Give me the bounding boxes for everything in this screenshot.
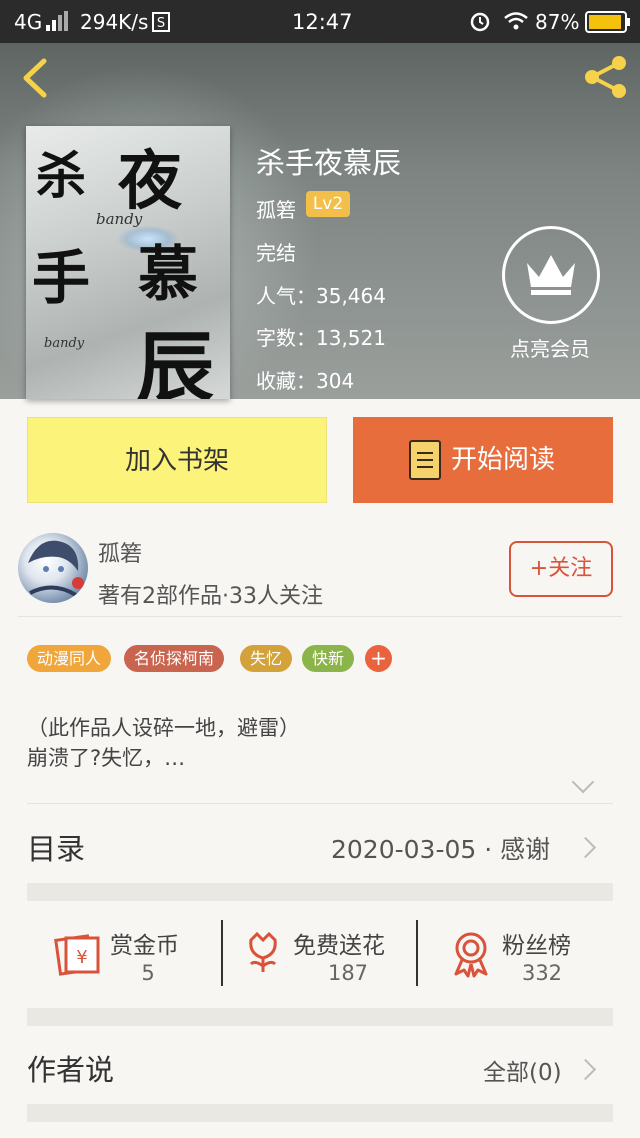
network-type: 4G: [14, 10, 43, 34]
favorites-value: 304: [316, 369, 355, 393]
avatar-illustration: [28, 540, 84, 597]
catalog-title[interactable]: 目录: [27, 826, 85, 868]
stat-free-flowers[interactable]: 免费送花 187: [243, 920, 413, 986]
crown-icon: [527, 255, 575, 295]
stat-value-flowers: 187: [327, 961, 369, 985]
cover-char-2: 夜: [118, 144, 182, 219]
section-separator: [27, 883, 613, 901]
word-count: 字数：13,521: [256, 322, 386, 351]
vip-label[interactable]: 点亮会员: [500, 333, 600, 362]
alarm-icon: [470, 12, 490, 32]
battery-percent: 87%: [535, 10, 580, 34]
vip-button[interactable]: [502, 226, 600, 324]
word-count-value: 13,521: [316, 326, 386, 350]
add-to-shelf-button[interactable]: 加入书架: [27, 417, 327, 503]
avatar[interactable]: [18, 533, 88, 603]
expand-description-icon[interactable]: [571, 770, 595, 794]
author-says-chevron-icon[interactable]: [574, 1058, 597, 1081]
cover-signature-2: bandy: [44, 336, 85, 351]
author-name-hero[interactable]: 孤箬: [256, 194, 296, 223]
stat-label-coins: 赏金币: [110, 933, 179, 959]
author-says-title[interactable]: 作者说: [27, 1047, 114, 1089]
cover-char-3: 手: [32, 244, 91, 312]
level-badge: Lv2: [306, 191, 350, 217]
stat-label-fans: 粉丝榜: [502, 933, 571, 959]
tag-amnesia[interactable]: 失忆: [240, 645, 293, 672]
description-line-1: （此作品人设碎一地，避雷）: [27, 716, 300, 740]
start-reading-button[interactable]: 开始阅读: [353, 417, 613, 503]
book-cover[interactable]: 杀 夜 手 慕 辰 bandy bandy: [26, 126, 230, 399]
popularity-value: 35,464: [316, 284, 386, 308]
divider: [18, 616, 622, 617]
tag-anime-fanfic[interactable]: 动漫同人: [27, 645, 112, 672]
book-icon: [409, 440, 441, 480]
stat-label-flowers: 免费送花: [293, 933, 385, 959]
catalog-chevron-icon[interactable]: [574, 836, 597, 859]
stat-divider: [416, 920, 418, 986]
share-icon[interactable]: [583, 54, 629, 100]
popularity-label: 人气：: [256, 284, 316, 308]
author-name[interactable]: 孤箬: [98, 536, 142, 568]
catalog-latest-date[interactable]: 2020-03-05 · 感谢: [331, 830, 550, 866]
medal-icon: [454, 932, 488, 978]
stat-fan-ranking[interactable]: 粉丝榜 332: [450, 920, 610, 986]
stat-value-fans: 332: [521, 961, 563, 985]
svg-text:¥: ¥: [76, 947, 87, 968]
stat-value-coins: 5: [141, 961, 155, 985]
section-separator: [27, 1104, 613, 1122]
author-says-all[interactable]: 全部(0): [483, 1053, 562, 1087]
wifi-icon: [504, 12, 528, 30]
cover-char-1: 杀: [36, 146, 86, 205]
status-bar: 4G 294K/s S 12:47 87%: [0, 0, 640, 43]
start-reading-label: 开始阅读: [451, 445, 556, 475]
more-tags-button[interactable]: +: [365, 645, 392, 672]
favorites: 收藏：304: [256, 365, 354, 394]
svg-text:S: S: [157, 16, 165, 31]
back-icon[interactable]: [20, 57, 50, 99]
cover-char-4: 慕: [138, 240, 198, 310]
flower-icon: [249, 931, 277, 972]
tag-detective-conan[interactable]: 名侦探柯南: [124, 645, 225, 672]
network-speed: 294K/s: [80, 10, 149, 34]
divider: [27, 803, 613, 804]
cover-signature: bandy: [96, 210, 143, 228]
description-line-2: 崩溃了?失忆，…: [27, 746, 186, 770]
signal-icon: [46, 11, 68, 31]
clock: 12:47: [292, 10, 353, 34]
follow-button[interactable]: +关注: [509, 541, 613, 597]
s-badge-icon: S: [152, 12, 170, 32]
favorites-label: 收藏：: [256, 369, 316, 393]
cover-char-5: 辰: [136, 323, 215, 399]
coin-envelope-icon: ¥: [54, 934, 100, 976]
popularity: 人气：35,464: [256, 280, 386, 309]
author-meta: 著有2部作品·33人关注: [98, 584, 323, 609]
battery-icon: [585, 11, 630, 33]
section-separator: [27, 1008, 613, 1026]
stat-divider: [221, 920, 223, 986]
stat-reward-coins[interactable]: ¥ 赏金币 5: [54, 920, 222, 986]
completion-status: 完结: [256, 241, 296, 265]
word-count-label: 字数：: [256, 326, 316, 350]
tag-kuaixin[interactable]: 快新: [302, 645, 355, 672]
book-title: 杀手夜慕辰: [256, 146, 402, 180]
